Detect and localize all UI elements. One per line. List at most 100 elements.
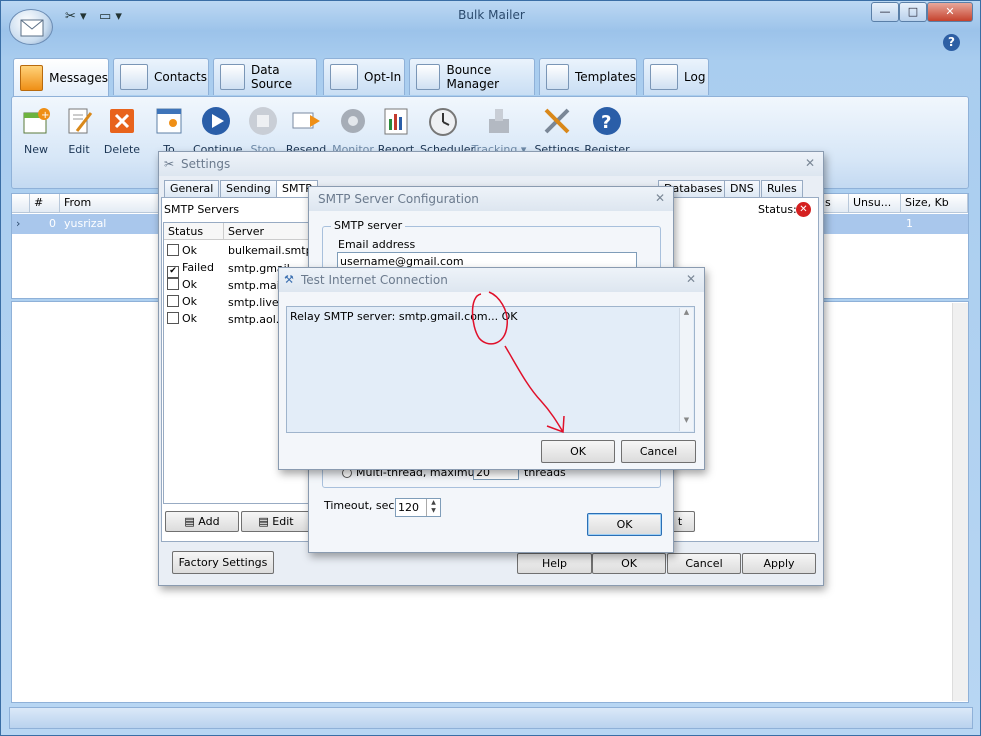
play-icon: [200, 105, 232, 137]
tab-messages[interactable]: Messages: [13, 58, 109, 97]
smtp-servers-label: SMTP Servers: [164, 203, 240, 216]
list-header-status[interactable]: Status: [164, 223, 224, 240]
report-icon: [380, 105, 412, 137]
smtp-config-title: SMTP Server Configuration: [309, 187, 673, 211]
close-button[interactable]: ✕: [927, 2, 973, 22]
connection-icon: ⚒: [284, 273, 294, 286]
tab-log[interactable]: Log: [643, 58, 709, 95]
settings-button[interactable]: Settings: [534, 105, 580, 156]
stop-icon: [247, 105, 279, 137]
gear-icon: [337, 105, 369, 137]
tab-contacts[interactable]: Contacts: [113, 58, 209, 95]
list-header-server[interactable]: Server: [224, 223, 312, 240]
add-server-button[interactable]: ▤ Add: [165, 511, 239, 532]
stop-button[interactable]: Stop: [240, 105, 286, 156]
timeout-label: Timeout, sec: [324, 499, 395, 512]
factory-settings-button[interactable]: Factory Settings: [172, 551, 274, 574]
list-item[interactable]: Ok: [167, 312, 197, 325]
edit-icon: [63, 105, 95, 137]
register-button[interactable]: ? Register: [584, 105, 630, 156]
list-item[interactable]: Ok: [167, 295, 197, 308]
list-item[interactable]: ✔ Failed: [167, 261, 214, 278]
help-icon: ?: [591, 105, 623, 137]
clock-icon: [427, 105, 459, 137]
row-indicator-icon: ›: [16, 217, 21, 230]
log-scrollbar[interactable]: ▲ ▼: [679, 308, 693, 431]
minimize-button[interactable]: —: [871, 2, 899, 22]
to-button[interactable]: To: [146, 105, 192, 156]
bounce-icon: [416, 64, 441, 90]
opt-in-icon: [330, 64, 358, 90]
row-number: 0: [49, 217, 56, 230]
list-item[interactable]: Ok: [167, 278, 197, 291]
server-checkbox[interactable]: [167, 312, 179, 324]
table-icon: [220, 64, 245, 90]
grid-header-number[interactable]: #: [30, 194, 60, 213]
delete-icon: [106, 105, 138, 137]
test-connection-cancel-button[interactable]: Cancel: [621, 440, 696, 463]
add-icon: ▤: [184, 515, 199, 528]
tracking-button[interactable]: Tracking ▾: [471, 105, 527, 156]
maximize-button[interactable]: □: [899, 2, 927, 22]
settings-title: Settings: [159, 152, 823, 176]
grid-header-size[interactable]: Size, Kb: [901, 194, 968, 213]
tab-general[interactable]: General: [164, 180, 220, 197]
settings-apply-button[interactable]: Apply: [742, 553, 816, 574]
svg-text:?: ?: [601, 112, 611, 133]
grid-header-partial[interactable]: s: [821, 194, 849, 213]
tab-templates[interactable]: Templates: [539, 58, 637, 95]
settings-cancel-button[interactable]: Cancel: [667, 553, 741, 574]
grid-header-indicator: [12, 194, 30, 213]
row-from: yusrizal: [64, 217, 107, 230]
server-checkbox[interactable]: [167, 295, 179, 307]
tab-dns[interactable]: DNS: [724, 180, 760, 197]
report-button[interactable]: Report: [373, 105, 419, 156]
grid-header-unsubscribed[interactable]: Unsu...: [849, 194, 901, 213]
annotation-arrow-icon: [471, 291, 565, 434]
smtp-server-group-label: SMTP server: [331, 219, 406, 232]
main-window: ✂ ▾ ▭ ▾ Bulk Mailer — □ ✕ ? Messages Con…: [0, 0, 981, 736]
svg-text:+: +: [41, 110, 49, 121]
list-item[interactable]: Ok: [167, 244, 197, 257]
tracking-icon: [483, 105, 515, 137]
row-size: 1: [906, 217, 913, 230]
tab-data-source[interactable]: Data Source: [213, 58, 317, 95]
settings-ok-button[interactable]: OK: [592, 553, 666, 574]
help-icon[interactable]: ?: [943, 34, 960, 51]
scheduler-button[interactable]: Scheduler: [420, 105, 475, 156]
settings-close-icon[interactable]: ✕: [805, 156, 815, 170]
test-connection-close-icon[interactable]: ✕: [686, 272, 696, 286]
stepper-arrows-icon[interactable]: ▲ ▼: [426, 499, 440, 516]
tab-bounce-manager[interactable]: Bounce Manager: [409, 58, 535, 95]
envelope-icon: [20, 65, 44, 91]
email-address-label: Email address: [338, 238, 416, 251]
tools-icon: [541, 105, 573, 137]
vertical-scrollbar[interactable]: [952, 303, 968, 701]
monitor-button[interactable]: Monitor: [330, 105, 376, 156]
contacts-icon: [120, 64, 148, 90]
tab-opt-in[interactable]: Opt-In: [323, 58, 405, 95]
settings-help-button[interactable]: Help: [517, 553, 592, 574]
edit-icon: ▤: [258, 515, 273, 528]
server-checkbox-checked[interactable]: ✔: [167, 266, 179, 278]
resend-button[interactable]: Resend: [283, 105, 329, 156]
tools-icon: ✂: [164, 157, 175, 171]
new-message-icon: +: [20, 105, 52, 137]
recipients-icon: [153, 105, 185, 137]
continue-button[interactable]: Continue: [193, 105, 242, 156]
new-button[interactable]: + New: [13, 105, 59, 156]
tab-sending[interactable]: Sending: [220, 180, 277, 197]
edit-server-button[interactable]: ▤ Edit: [241, 511, 311, 532]
tab-rules[interactable]: Rules: [761, 180, 803, 197]
smtp-config-close-icon[interactable]: ✕: [655, 191, 665, 205]
delete-button[interactable]: Delete: [99, 105, 145, 156]
server-checkbox[interactable]: [167, 244, 179, 256]
resend-icon: [290, 105, 322, 137]
edit-button[interactable]: Edit: [56, 105, 102, 156]
window-title: Bulk Mailer: [458, 8, 525, 22]
templates-icon: [546, 64, 569, 90]
log-icon: [650, 64, 678, 90]
error-icon: ✕: [796, 202, 811, 217]
server-checkbox[interactable]: [167, 278, 179, 290]
smtp-config-ok-button[interactable]: OK: [587, 513, 662, 536]
